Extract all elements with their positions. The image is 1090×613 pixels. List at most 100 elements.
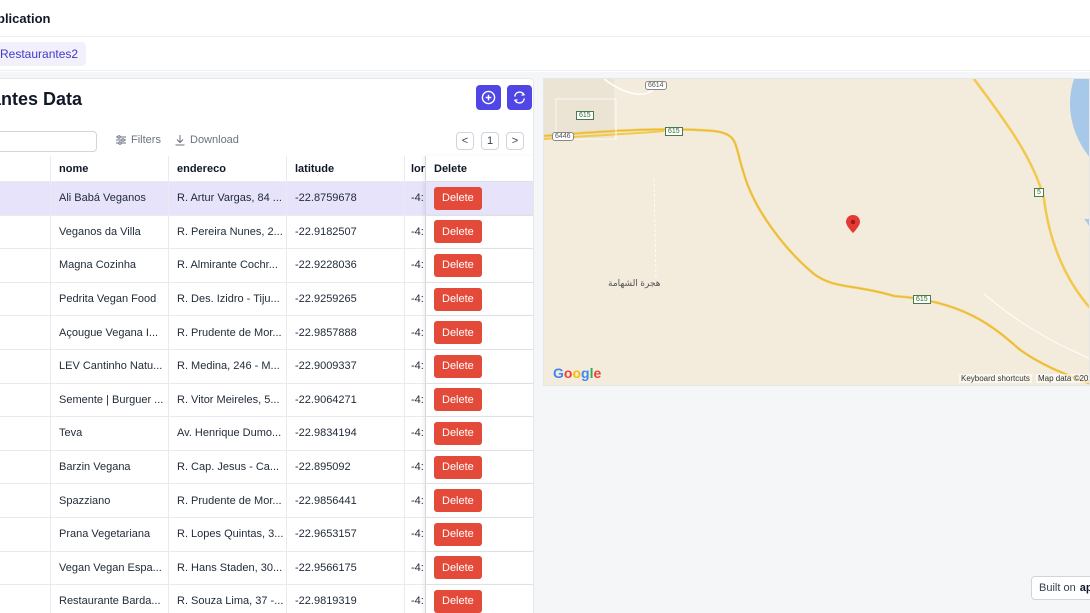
table-row[interactable]: LEV Cantinho Natu... R. Medina, 246 - M..… <box>0 349 533 384</box>
delete-button[interactable]: Delete <box>434 455 482 479</box>
longitude-cell[interactable]: -4: <box>405 484 425 517</box>
longitude-cell[interactable]: -4: <box>405 518 425 551</box>
column-header-index[interactable] <box>0 156 51 181</box>
row-index-cell[interactable] <box>0 450 51 484</box>
map-view[interactable]: 6614 615 6446 615 5 615 هجرة الشهامة Goo… <box>543 78 1090 386</box>
delete-button[interactable]: Delete <box>434 186 482 210</box>
longitude-cell[interactable]: -4: <box>405 249 425 282</box>
delete-button[interactable]: Delete <box>434 556 482 580</box>
latitude-cell[interactable]: -22.9182507 <box>287 215 405 249</box>
delete-button[interactable]: Delete <box>434 354 482 378</box>
pager-next-button[interactable]: > <box>506 132 524 150</box>
table-row[interactable]: Açougue Vegana I... R. Prudente de Mor...… <box>0 316 533 350</box>
row-index-cell[interactable] <box>0 484 51 517</box>
nome-cell[interactable]: Spazziano <box>51 484 169 517</box>
row-index-cell[interactable] <box>0 517 51 551</box>
row-index-cell[interactable] <box>0 551 51 585</box>
endereco-cell[interactable]: R. Hans Staden, 30... <box>169 551 287 585</box>
endereco-cell[interactable]: R. Des. Izidro - Tiju... <box>169 282 287 316</box>
longitude-cell[interactable]: -4: <box>405 552 425 585</box>
table-row[interactable]: Barzin Vegana R. Cap. Jesus - Ca... -22.89… <box>0 450 533 485</box>
table-row[interactable]: Semente | Burguer ... R. Vitor Meireles, … <box>0 383 533 418</box>
latitude-cell[interactable]: -22.9259265 <box>287 282 405 316</box>
latitude-cell[interactable]: -22.9009337 <box>287 349 405 383</box>
delete-button[interactable]: Delete <box>434 321 482 345</box>
nome-cell[interactable]: Veganos da Villa <box>51 215 169 249</box>
latitude-cell[interactable]: -22.9856441 <box>287 484 405 517</box>
table-row[interactable]: Restaurante Barda... R. Souza Lima, 37 -.… <box>0 585 533 613</box>
table-row[interactable]: Ali Babá Veganos R. Artur Vargas, 84 ... -… <box>0 182 533 216</box>
nome-cell[interactable]: Pedrita Vegan Food <box>51 282 169 316</box>
latitude-cell[interactable]: -22.9653157 <box>287 517 405 551</box>
column-header-longitude[interactable]: lor <box>405 156 425 181</box>
table-row[interactable]: Teva Av. Henrique Dumo... -22.9834194 -4: De… <box>0 417 533 451</box>
table-row[interactable]: Vegan Vegan Espa... R. Hans Staden, 30...… <box>0 551 533 586</box>
table-row[interactable]: Pedrita Vegan Food R. Des. Izidro - Tiju.… <box>0 282 533 317</box>
add-row-button[interactable] <box>476 85 501 110</box>
delete-button[interactable]: Delete <box>434 220 482 244</box>
longitude-cell[interactable]: -4: <box>405 417 425 450</box>
endereco-cell[interactable]: R. Medina, 246 - M... <box>169 349 287 383</box>
endereco-cell[interactable]: R. Cap. Jesus - Ca... <box>169 450 287 484</box>
built-on-badge[interactable]: Built on ap <box>1031 576 1090 600</box>
tab-restaurantes2[interactable]: Restaurantes2 <box>0 42 87 66</box>
delete-button[interactable]: Delete <box>434 388 482 412</box>
latitude-cell[interactable]: -22.9857888 <box>287 316 405 349</box>
nome-cell[interactable]: Prana Vegetariana <box>51 517 169 551</box>
nome-cell[interactable]: Restaurante Barda... <box>51 585 169 613</box>
endereco-cell[interactable]: R. Lopes Quintas, 3... <box>169 517 287 551</box>
nome-cell[interactable]: Teva <box>51 417 169 450</box>
column-header-nome[interactable]: nome <box>51 156 169 181</box>
longitude-cell[interactable]: -4: <box>405 216 425 249</box>
row-index-cell[interactable] <box>0 282 51 316</box>
filters-button[interactable]: Filters <box>115 134 161 146</box>
download-button[interactable]: Download <box>174 134 239 146</box>
pager-prev-button[interactable]: < <box>456 132 474 150</box>
nome-cell[interactable]: LEV Cantinho Natu... <box>51 349 169 383</box>
endereco-cell[interactable]: R. Vitor Meireles, 5... <box>169 383 287 417</box>
row-index-cell[interactable] <box>0 316 51 349</box>
delete-button[interactable]: Delete <box>434 489 482 513</box>
longitude-cell[interactable]: -4: <box>405 283 425 316</box>
page-number[interactable]: 1 <box>481 132 499 150</box>
column-header-endereco[interactable]: endereco <box>169 156 287 181</box>
endereco-cell[interactable]: R. Pereira Nunes, 2... <box>169 215 287 249</box>
row-index-cell[interactable] <box>0 383 51 417</box>
longitude-cell[interactable]: -4: <box>405 384 425 417</box>
endereco-cell[interactable]: R. Artur Vargas, 84 ... <box>169 182 287 215</box>
endereco-cell[interactable]: Av. Henrique Dumo... <box>169 417 287 450</box>
endereco-cell[interactable]: R. Souza Lima, 37 -... <box>169 585 287 613</box>
nome-cell[interactable]: Vegan Vegan Espa... <box>51 551 169 585</box>
longitude-cell[interactable]: -4: <box>405 585 425 613</box>
delete-button[interactable]: Delete <box>434 421 482 445</box>
delete-button[interactable]: Delete <box>434 589 482 613</box>
nome-cell[interactable]: Barzin Vegana <box>51 450 169 484</box>
latitude-cell[interactable]: -22.8759678 <box>287 182 405 215</box>
column-header-latitude[interactable]: latitude <box>287 156 405 181</box>
latitude-cell[interactable]: -22.9064271 <box>287 383 405 417</box>
latitude-cell[interactable]: -22.9228036 <box>287 249 405 282</box>
row-index-cell[interactable] <box>0 349 51 383</box>
map-marker-icon[interactable] <box>846 215 860 233</box>
endereco-cell[interactable]: R. Prudente de Mor... <box>169 316 287 349</box>
longitude-cell[interactable]: -4: <box>405 316 425 349</box>
delete-button[interactable]: Delete <box>434 287 482 311</box>
latitude-cell[interactable]: -22.9566175 <box>287 551 405 585</box>
table-row[interactable]: Veganos da Villa R. Pereira Nunes, 2... -2… <box>0 215 533 250</box>
delete-button[interactable]: Delete <box>434 253 482 277</box>
endereco-cell[interactable]: R. Almirante Cochr... <box>169 249 287 282</box>
row-index-cell[interactable] <box>0 215 51 249</box>
row-index-cell[interactable] <box>0 417 51 450</box>
latitude-cell[interactable]: -22.9834194 <box>287 417 405 450</box>
nome-cell[interactable]: Magna Cozinha <box>51 249 169 282</box>
latitude-cell[interactable]: -22.895092 <box>287 450 405 484</box>
table-row[interactable]: Prana Vegetariana R. Lopes Quintas, 3... -… <box>0 517 533 552</box>
longitude-cell[interactable]: -4: <box>405 451 425 484</box>
keyboard-shortcuts-link[interactable]: Keyboard shortcuts <box>959 374 1032 383</box>
latitude-cell[interactable]: -22.9819319 <box>287 585 405 613</box>
refresh-button[interactable] <box>507 85 532 110</box>
row-index-cell[interactable] <box>0 182 51 215</box>
table-row[interactable]: Magna Cozinha R. Almirante Cochr... -22.92… <box>0 249 533 283</box>
nome-cell[interactable]: Ali Babá Veganos <box>51 182 169 215</box>
row-index-cell[interactable] <box>0 249 51 282</box>
